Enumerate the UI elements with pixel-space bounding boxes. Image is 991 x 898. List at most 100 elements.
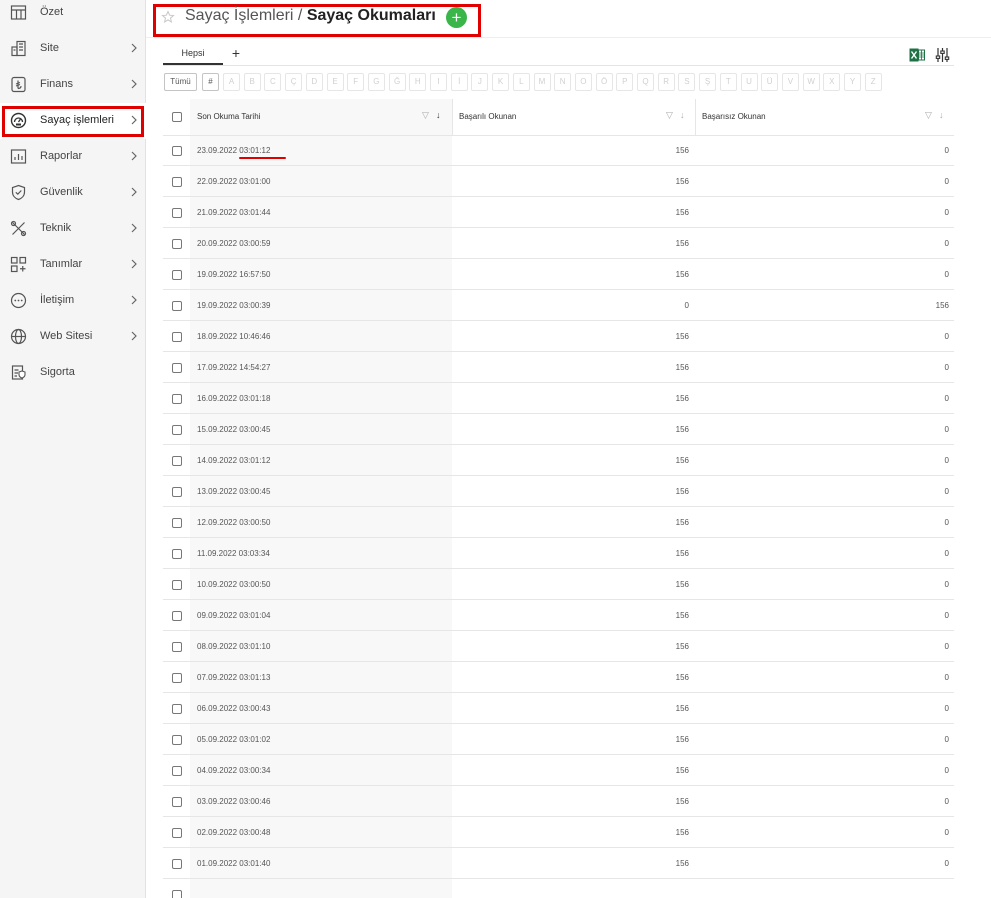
alpha-filter-letter[interactable]: G [367, 73, 385, 91]
alpha-filter-letter[interactable]: P [616, 73, 634, 91]
alpha-filter-letter[interactable]: D [305, 73, 323, 91]
alpha-filter-letter[interactable]: L [512, 73, 530, 91]
row-checkbox[interactable] [172, 828, 182, 838]
alpha-filter-letter[interactable]: Ö [595, 73, 613, 91]
row-checkbox[interactable] [172, 518, 182, 528]
row-checkbox[interactable] [172, 580, 182, 590]
sidebar-item-finans[interactable]: Finans [0, 67, 146, 103]
alpha-filter-all[interactable]: Tümü [164, 73, 197, 91]
row-checkbox[interactable] [172, 301, 182, 311]
alpha-filter-letter[interactable]: E [326, 73, 344, 91]
alpha-filter-letter[interactable]: U [740, 73, 758, 91]
table-row[interactable]: 11.09.2022 03:03:34 156 0 [163, 538, 954, 569]
row-checkbox[interactable] [172, 890, 182, 898]
row-checkbox[interactable] [172, 363, 182, 373]
alpha-filter-letter[interactable]: O [574, 73, 592, 91]
row-checkbox[interactable] [172, 332, 182, 342]
add-reading-button[interactable]: + [446, 7, 467, 28]
row-checkbox[interactable] [172, 797, 182, 807]
column-settings-icon[interactable] [935, 47, 950, 63]
sidebar-item-site[interactable]: Site [0, 31, 146, 67]
date-filter-icon[interactable]: ▽ [422, 110, 429, 121]
sidebar-item-güvenlik[interactable]: Güvenlik [0, 175, 146, 211]
alpha-filter-letter[interactable]: R [657, 73, 675, 91]
table-row[interactable]: 05.09.2022 03:01:02 156 0 [163, 724, 954, 755]
alpha-filter-letter[interactable]: V [781, 73, 799, 91]
table-row[interactable]: 01.09.2022 03:01:40 156 0 [163, 848, 954, 879]
alpha-filter-letter[interactable]: S [678, 73, 696, 91]
success-filter-icon[interactable]: ▽ [666, 110, 673, 121]
row-checkbox[interactable] [172, 456, 182, 466]
table-row[interactable]: 07.09.2022 03:01:13 156 0 [163, 662, 954, 693]
alpha-filter-letter[interactable]: Ü [761, 73, 779, 91]
sidebar-item-sayaç-işlemleri[interactable]: Sayaç işlemleri [0, 103, 146, 139]
alpha-filter-letter[interactable]: T [719, 73, 737, 91]
add-tab-button[interactable]: + [229, 43, 243, 63]
table-row[interactable]: 18.09.2022 10:46:46 156 0 [163, 321, 954, 352]
row-checkbox[interactable] [172, 270, 182, 280]
table-row[interactable]: 15.09.2022 03:00:45 156 0 [163, 414, 954, 445]
table-row[interactable]: 04.09.2022 03:00:34 156 0 [163, 755, 954, 786]
row-checkbox[interactable] [172, 394, 182, 404]
row-checkbox[interactable] [172, 146, 182, 156]
row-checkbox[interactable] [172, 239, 182, 249]
table-row[interactable]: 12.09.2022 03:00:50 156 0 [163, 507, 954, 538]
table-row[interactable]: 21.09.2022 03:01:44 156 0 [163, 197, 954, 228]
sidebar-item-raporlar[interactable]: Raporlar [0, 139, 146, 175]
alpha-filter-letter[interactable]: Y [844, 73, 861, 91]
sidebar-item-özet[interactable]: Özet [0, 0, 146, 31]
alpha-filter-letter[interactable]: F [347, 73, 365, 91]
alpha-filter-letter[interactable]: Q [637, 73, 654, 91]
table-row[interactable]: 03.09.2022 03:00:46 156 0 [163, 786, 954, 817]
fail-filter-icon[interactable]: ▽ [925, 110, 932, 121]
table-row[interactable]: 23.09.2022 03:01:12 156 0 [163, 135, 954, 166]
table-row[interactable]: 19.09.2022 16:57:50 156 0 [163, 259, 954, 290]
favorite-icon[interactable] [161, 10, 175, 24]
alpha-filter-letter[interactable]: I [430, 73, 447, 91]
row-checkbox[interactable] [172, 704, 182, 714]
row-checkbox[interactable] [172, 859, 182, 869]
row-checkbox[interactable] [172, 208, 182, 218]
alpha-filter-letter[interactable]: W [802, 73, 820, 91]
alpha-filter-letter[interactable]: Ş [699, 73, 717, 91]
row-checkbox[interactable] [172, 766, 182, 776]
table-row[interactable]: 02.09.2022 03:00:48 156 0 [163, 817, 954, 848]
sidebar-item-i-letişim[interactable]: İletişim [0, 283, 146, 319]
sidebar-item-tanımlar[interactable]: Tanımlar [0, 247, 146, 283]
table-row[interactable]: 16.09.2022 03:01:18 156 0 [163, 383, 954, 414]
alpha-filter-letter[interactable]: B [243, 73, 261, 91]
sidebar-item-teknik[interactable]: Teknik [0, 211, 146, 247]
alpha-filter-letter[interactable]: A [223, 73, 240, 91]
row-checkbox[interactable] [172, 735, 182, 745]
column-header-date[interactable]: Son Okuma Tarihi [197, 112, 260, 121]
table-row[interactable]: 14.09.2022 03:01:12 156 0 [163, 445, 954, 476]
alpha-filter-letter[interactable]: J [471, 73, 489, 91]
table-row[interactable]: 17.09.2022 14:54:27 156 0 [163, 352, 954, 383]
sidebar-item-sigorta[interactable]: Sigorta [0, 355, 146, 391]
row-checkbox[interactable] [172, 177, 182, 187]
table-row[interactable]: 20.09.2022 03:00:59 156 0 [163, 228, 954, 259]
alpha-filter-letter[interactable]: M [533, 73, 551, 91]
alpha-filter-hash[interactable]: # [202, 73, 219, 91]
row-checkbox[interactable] [172, 549, 182, 559]
table-row[interactable]: 06.09.2022 03:00:43 156 0 [163, 693, 954, 724]
alpha-filter-letter[interactable]: X [823, 73, 841, 91]
alpha-filter-letter[interactable]: İ [450, 73, 468, 91]
table-row[interactable]: 19.09.2022 03:00:39 0 156 [163, 290, 954, 321]
column-header-fail[interactable]: Başarısız Okunan [702, 112, 766, 121]
select-all-checkbox[interactable] [172, 112, 182, 122]
alpha-filter-letter[interactable]: C [264, 73, 282, 91]
table-row[interactable]: 08.09.2022 03:01:10 156 0 [163, 631, 954, 662]
row-checkbox[interactable] [172, 425, 182, 435]
row-checkbox[interactable] [172, 673, 182, 683]
sidebar-item-web-sitesi[interactable]: Web Sitesi [0, 319, 146, 355]
column-header-success[interactable]: Başarılı Okunan [459, 112, 516, 121]
table-row[interactable]: 09.09.2022 03:01:04 156 0 [163, 600, 954, 631]
alpha-filter-letter[interactable]: N [554, 73, 572, 91]
success-sort-icon[interactable]: ↓ [680, 110, 685, 120]
alpha-filter-letter[interactable]: Ç [285, 73, 303, 91]
tab-hepsi[interactable]: Hepsi [163, 43, 223, 65]
alpha-filter-letter[interactable]: Ğ [388, 73, 406, 91]
table-row[interactable]: 22.09.2022 03:01:00 156 0 [163, 166, 954, 197]
table-row[interactable]: 13.09.2022 03:00:45 156 0 [163, 476, 954, 507]
